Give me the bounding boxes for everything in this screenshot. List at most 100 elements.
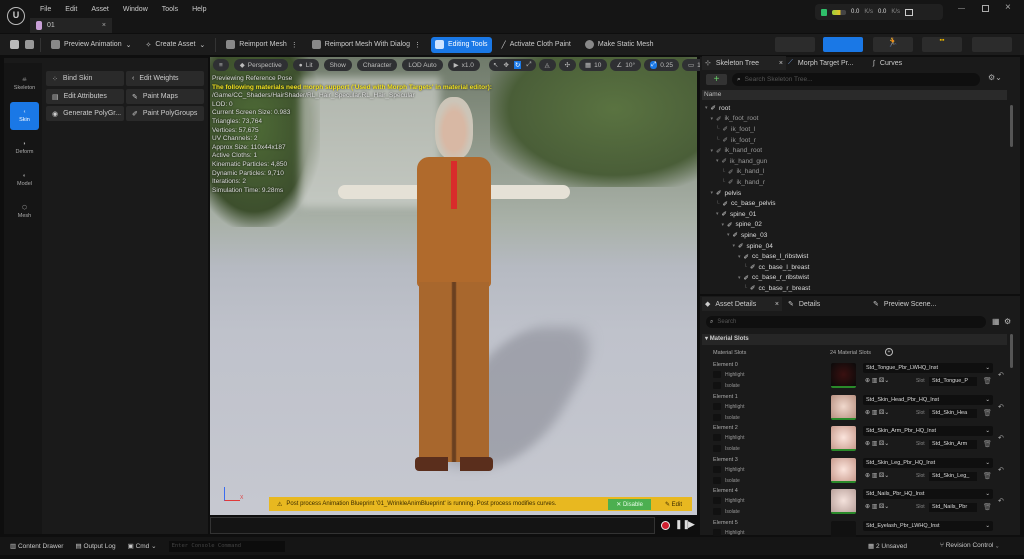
bone-row[interactable]: └ ✐ ik_hand_r	[722, 177, 766, 188]
delete-icon[interactable]: 🗑	[983, 409, 992, 417]
perspective-button[interactable]: ◆ Perspective	[233, 59, 288, 71]
make-static-mesh-button[interactable]: Make Static Mesh	[581, 37, 658, 53]
slot-name-field[interactable]: Std_Nails_Pbr	[929, 503, 977, 513]
expand-arrow-icon[interactable]: ▾	[738, 275, 741, 281]
reset-icon[interactable]: ↶	[998, 403, 1004, 411]
material-dropdown[interactable]: Std_Eyelash_Pbr_LWHQ_Inst ⌄	[863, 521, 993, 531]
expand-arrow-icon[interactable]: ▾	[711, 116, 714, 122]
tab-preview-scene[interactable]: ✎ Preview Scene...	[873, 297, 936, 311]
close-tab-icon[interactable]: ×	[102, 22, 106, 29]
bone-row[interactable]: └ ✐ cc_base_pelvis	[716, 198, 775, 209]
highlight-checkbox[interactable]	[713, 497, 721, 505]
expand-arrow-icon[interactable]: ▾	[711, 148, 714, 154]
menu-help[interactable]: Help	[192, 6, 206, 13]
expand-arrow-icon[interactable]: ▾	[727, 232, 730, 238]
material-options-icon[interactable]: ⚄⌄	[879, 378, 889, 384]
browse-icon[interactable]: ▥	[872, 473, 878, 479]
lit-button[interactable]: ● Lit	[292, 59, 319, 71]
reset-icon[interactable]: ↶	[998, 371, 1004, 379]
isolate-checkbox[interactable]	[713, 508, 721, 516]
record-button[interactable]	[661, 521, 670, 530]
reimport-mesh-button[interactable]: Reimport Mesh ⋮	[222, 37, 301, 53]
bone-row[interactable]: ▾ ✐ root	[705, 103, 730, 114]
select-icon[interactable]: ↖	[493, 61, 498, 69]
bind-skin-button[interactable]: ⁘ Bind Skin	[46, 71, 124, 86]
browse-icon[interactable]: ▥	[872, 378, 878, 384]
browse-asset-icon[interactable]	[25, 40, 34, 49]
reset-icon[interactable]: ↶	[998, 497, 1004, 505]
material-options-icon[interactable]: ⚄⌄	[879, 441, 889, 447]
tab-details[interactable]: ✎ Details	[788, 297, 820, 311]
highlight-checkbox[interactable]	[713, 402, 721, 410]
expand-arrow-icon[interactable]: ▾	[716, 158, 719, 164]
transform-toolbar[interactable]: ↖ ✥ ↻ ⤢	[489, 59, 536, 71]
bone-row[interactable]: ▾ ✐ cc_base_l_ribstwist	[738, 251, 808, 262]
paint-polygroups-button[interactable]: ✐ Paint PolyGroups	[126, 106, 204, 121]
more-options-icon[interactable]: ⋮	[291, 41, 298, 49]
mode-blueprint-button[interactable]: ▪▪	[922, 37, 962, 52]
browse-icon[interactable]: ▥	[872, 441, 878, 447]
console-input[interactable]: Enter Console Command	[168, 540, 285, 552]
highlight-checkbox[interactable]	[713, 371, 721, 378]
bone-row[interactable]: ▾ ✐ spine_02	[722, 220, 762, 231]
slot-name-field[interactable]: Std_Tongue_P	[929, 377, 977, 386]
slot-name-field[interactable]: Std_Skin_Arm	[929, 440, 977, 450]
slot-name-field[interactable]: Std_Skin_Leg_	[929, 471, 977, 481]
delete-icon[interactable]: 🗑	[983, 503, 992, 511]
cmd-button[interactable]: ▣ Cmd ⌄	[128, 542, 157, 550]
delete-icon[interactable]: 🗑	[983, 377, 992, 385]
tab-curves[interactable]: ∫ Curves	[873, 56, 902, 70]
editing-tools-button[interactable]: Editing Tools	[430, 36, 492, 53]
isolate-checkbox[interactable]	[713, 413, 721, 421]
mode-skeleton-button[interactable]	[775, 37, 815, 52]
disable-button[interactable]: ✕ Disable	[608, 498, 651, 510]
reset-icon[interactable]: ↶	[998, 466, 1004, 474]
material-thumbnail[interactable]	[831, 457, 856, 483]
mode-mesh-button[interactable]	[823, 37, 863, 52]
tab-skeleton-tree[interactable]: ⊹ Skeleton Tree ×	[702, 56, 786, 70]
use-selected-icon[interactable]: ⊕	[865, 473, 870, 479]
bone-row[interactable]: ▾ ✐ ik_hand_gun	[716, 156, 767, 167]
rotate-icon[interactable]: ↻	[513, 61, 522, 69]
isolate-checkbox[interactable]	[713, 476, 721, 484]
details-settings-icon[interactable]: ⚙	[1004, 317, 1011, 326]
tab-asset-details[interactable]: ◆ Asset Details ×	[702, 297, 782, 311]
unsaved-button[interactable]: ▦ 2 Unsaved	[868, 542, 907, 550]
details-scrollbar[interactable]	[1010, 334, 1013, 368]
expand-arrow-icon[interactable]: ▾	[733, 243, 736, 249]
cloth-paint-button[interactable]: ╱ Activate Cloth Paint	[498, 37, 575, 53]
slot-name-field[interactable]: Std_Skin_Hea	[929, 408, 977, 418]
mode-mesh[interactable]: ⬡ Mesh	[10, 198, 39, 226]
delete-icon[interactable]: 🗑	[983, 472, 992, 480]
menu-edit[interactable]: Edit	[65, 6, 77, 13]
expand-arrow-icon[interactable]: ▾	[738, 254, 741, 260]
mode-skin[interactable]: ‹ Skin	[10, 102, 39, 130]
material-dropdown[interactable]: Std_Tongue_Pbr_LWHQ_Inst ⌄	[863, 363, 993, 373]
character-button[interactable]: Character	[356, 59, 398, 71]
save-icon[interactable]	[10, 40, 19, 49]
close-button[interactable]: ×	[1005, 2, 1011, 13]
use-selected-icon[interactable]: ⊕	[865, 378, 870, 384]
material-thumbnail[interactable]	[831, 489, 856, 515]
preview-animation-button[interactable]: Preview Animation ⌄	[47, 37, 135, 53]
bone-row[interactable]: ▾ ✐ spine_03	[727, 230, 767, 241]
bone-row[interactable]: ▾ ✐ spine_04	[733, 241, 773, 252]
output-log-button[interactable]: ▤ Output Log	[75, 542, 115, 550]
bone-row[interactable]: └ ✐ ik_hand_l	[722, 167, 765, 178]
material-slots-section-header[interactable]: ▾ Material Slots	[702, 334, 1007, 345]
expand-arrow-icon[interactable]: ▾	[722, 222, 725, 228]
reset-icon[interactable]: ↶	[998, 434, 1004, 442]
revision-control-button[interactable]: ⑂ Revision Control ⌄	[940, 542, 999, 549]
expand-arrow-icon[interactable]: ▾	[705, 105, 708, 111]
tree-scrollbar[interactable]	[1010, 105, 1013, 147]
bone-row[interactable]: └ ✐ cc_base_r_breast	[744, 283, 811, 293]
highlight-checkbox[interactable]	[713, 529, 721, 536]
show-button[interactable]: Show	[323, 59, 352, 71]
highlight-checkbox[interactable]	[713, 465, 721, 473]
details-search-input[interactable]: ⌕ Search	[706, 316, 986, 328]
more-options-icon[interactable]: ⋮	[414, 41, 421, 49]
tab-morph-target[interactable]: ⟋ Morph Target Pr...	[788, 56, 853, 70]
bone-row[interactable]: └ ✐ ik_foot_l	[716, 124, 755, 135]
grid-snap-button[interactable]: ▦ 10	[579, 59, 608, 71]
bone-row[interactable]: ▾ ✐ cc_base_r_ribstwist	[738, 273, 809, 284]
